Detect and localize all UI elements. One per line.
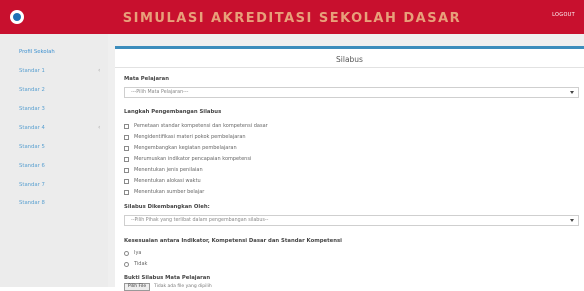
radio-label: Iya <box>134 250 142 256</box>
sidebar-item-standar-7[interactable]: Standar 7 <box>19 182 45 188</box>
sidebar-item-standar-8[interactable]: Standar 8 <box>19 200 45 206</box>
checkbox[interactable] <box>124 168 129 173</box>
choose-file-button[interactable]: Pilih File <box>124 283 150 291</box>
sidebar-item-standar-2[interactable]: Standar 2 <box>19 87 45 93</box>
mata-pelajaran-select-value: ---Pilih Mata Pelajaran--- <box>131 90 189 95</box>
checkbox-label: Merumuskan indikator pencapaian kompeten… <box>134 156 252 162</box>
radio-button[interactable] <box>124 262 129 267</box>
checkbox-label: Mengembangkan kegiatan pembelajaran <box>134 145 237 151</box>
panel-divider <box>115 67 584 68</box>
sidebar-item-standar-4[interactable]: Standar 4 <box>19 125 45 131</box>
langkah-label: Langkah Pengembangan Silabus <box>124 109 222 115</box>
dikembangkan-select-value: --Pilih Pihak yang terlibat dalam pengem… <box>131 218 269 223</box>
checkbox[interactable] <box>124 157 129 162</box>
sidebar <box>0 34 108 287</box>
checkbox[interactable] <box>124 179 129 184</box>
dikembangkan-label: Silabus Dikembangkan Oleh: <box>124 204 210 210</box>
sidebar-item-standar-5[interactable]: Standar 5 <box>19 144 45 150</box>
mata-pelajaran-select[interactable]: ---Pilih Mata Pelajaran--- <box>124 87 579 98</box>
checkbox[interactable] <box>124 124 129 129</box>
radio-button[interactable] <box>124 251 129 256</box>
sidebar-item-standar-6[interactable]: Standar 6 <box>19 163 45 169</box>
bukti-label: Bukti Silabus Mata Pelajaran <box>124 275 211 281</box>
silabus-panel: Silabus Mata Pelajaran ---Pilih Mata Pel… <box>115 46 584 291</box>
mata-pelajaran-label: Mata Pelajaran <box>124 76 170 82</box>
checkbox[interactable] <box>124 190 129 195</box>
panel-title: Silabus <box>336 55 363 64</box>
checkbox[interactable] <box>124 135 129 140</box>
logout-link[interactable]: LOGOUT <box>552 12 575 18</box>
checkbox-label: Menentukan sumber belajar <box>134 189 205 195</box>
checkbox-label: Mengidentifikasi materi pokok pembelajar… <box>134 134 246 140</box>
checkbox-label: Pemetaan standar kompetensi dan kompeten… <box>134 123 268 129</box>
checkbox-label: Menentukan jenis penilaian <box>134 167 203 173</box>
sidebar-item-standar-1[interactable]: Standar 1 <box>19 68 45 74</box>
sidebar-item-profil-sekolah[interactable]: Profil Sekolah <box>19 49 55 55</box>
sidebar-item-standar-3[interactable]: Standar 3 <box>19 106 45 112</box>
radio-label: Tidak <box>134 261 148 267</box>
chevron-left-icon[interactable]: ‹ <box>98 67 100 74</box>
chevron-left-icon[interactable]: ‹ <box>98 124 100 131</box>
app-title: SIMULASI AKREDITASI SEKOLAH DASAR <box>122 11 462 26</box>
checkbox-label: Menentukan alokasi waktu <box>134 178 201 184</box>
caret-down-icon <box>570 91 574 94</box>
kesesuaian-label: Kesesuaian antara Indikator, Kompetensi … <box>124 238 342 244</box>
caret-down-icon <box>570 219 574 222</box>
checkbox[interactable] <box>124 146 129 151</box>
top-navbar: SIMULASI AKREDITASI SEKOLAH DASAR LOGOUT <box>0 0 584 34</box>
dikembangkan-select[interactable]: --Pilih Pihak yang terlibat dalam pengem… <box>124 215 579 226</box>
